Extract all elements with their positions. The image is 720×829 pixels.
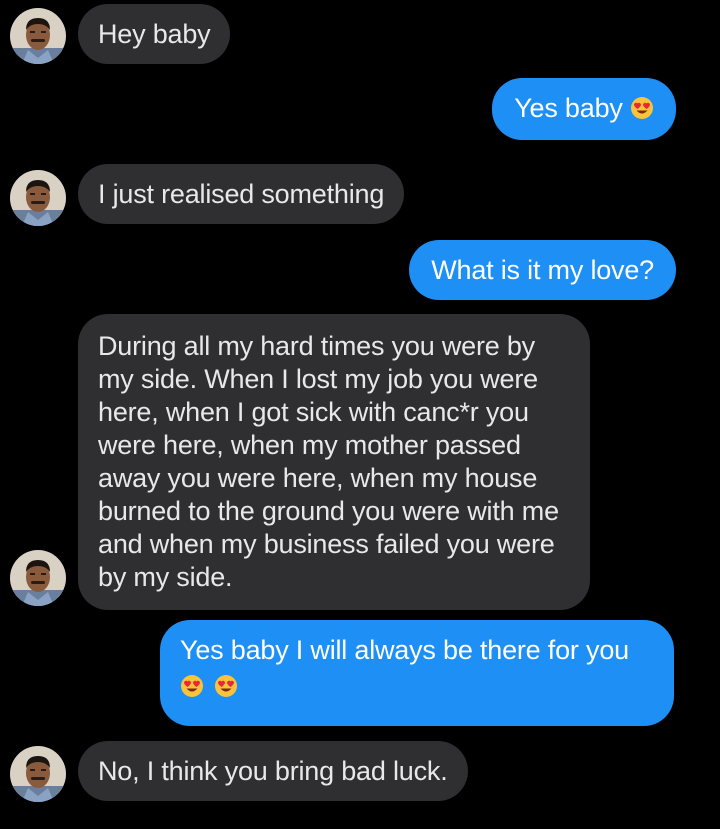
outgoing-message[interactable]: What is it my love? bbox=[409, 240, 676, 300]
outgoing-message[interactable]: Yes baby bbox=[492, 78, 676, 140]
message-text: I just realised something bbox=[98, 179, 385, 209]
contact-avatar-icon[interactable] bbox=[10, 746, 66, 802]
heart-eyes-icon bbox=[180, 674, 204, 698]
message-text: Yes baby I will always be there for you bbox=[180, 635, 629, 665]
heart-eyes-icon bbox=[630, 96, 654, 120]
contact-avatar-icon[interactable] bbox=[10, 550, 66, 606]
incoming-message[interactable]: I just realised something bbox=[78, 164, 405, 224]
message-text: During all my hard times you were by my … bbox=[98, 331, 559, 592]
incoming-message[interactable]: No, I think you bring bad luck. bbox=[78, 741, 468, 801]
message-text: Yes baby bbox=[514, 93, 623, 123]
contact-avatar-icon[interactable] bbox=[10, 170, 66, 226]
message-text: What is it my love? bbox=[431, 255, 654, 285]
message-text: Hey baby bbox=[98, 19, 211, 49]
outgoing-message[interactable]: Yes baby I will always be there for you bbox=[160, 620, 674, 726]
message-text: No, I think you bring bad luck. bbox=[98, 756, 448, 786]
incoming-message[interactable]: Hey baby bbox=[78, 4, 231, 64]
contact-avatar-icon[interactable] bbox=[10, 8, 66, 64]
incoming-message[interactable]: During all my hard times you were by my … bbox=[78, 314, 590, 610]
heart-eyes-icon bbox=[214, 674, 238, 698]
